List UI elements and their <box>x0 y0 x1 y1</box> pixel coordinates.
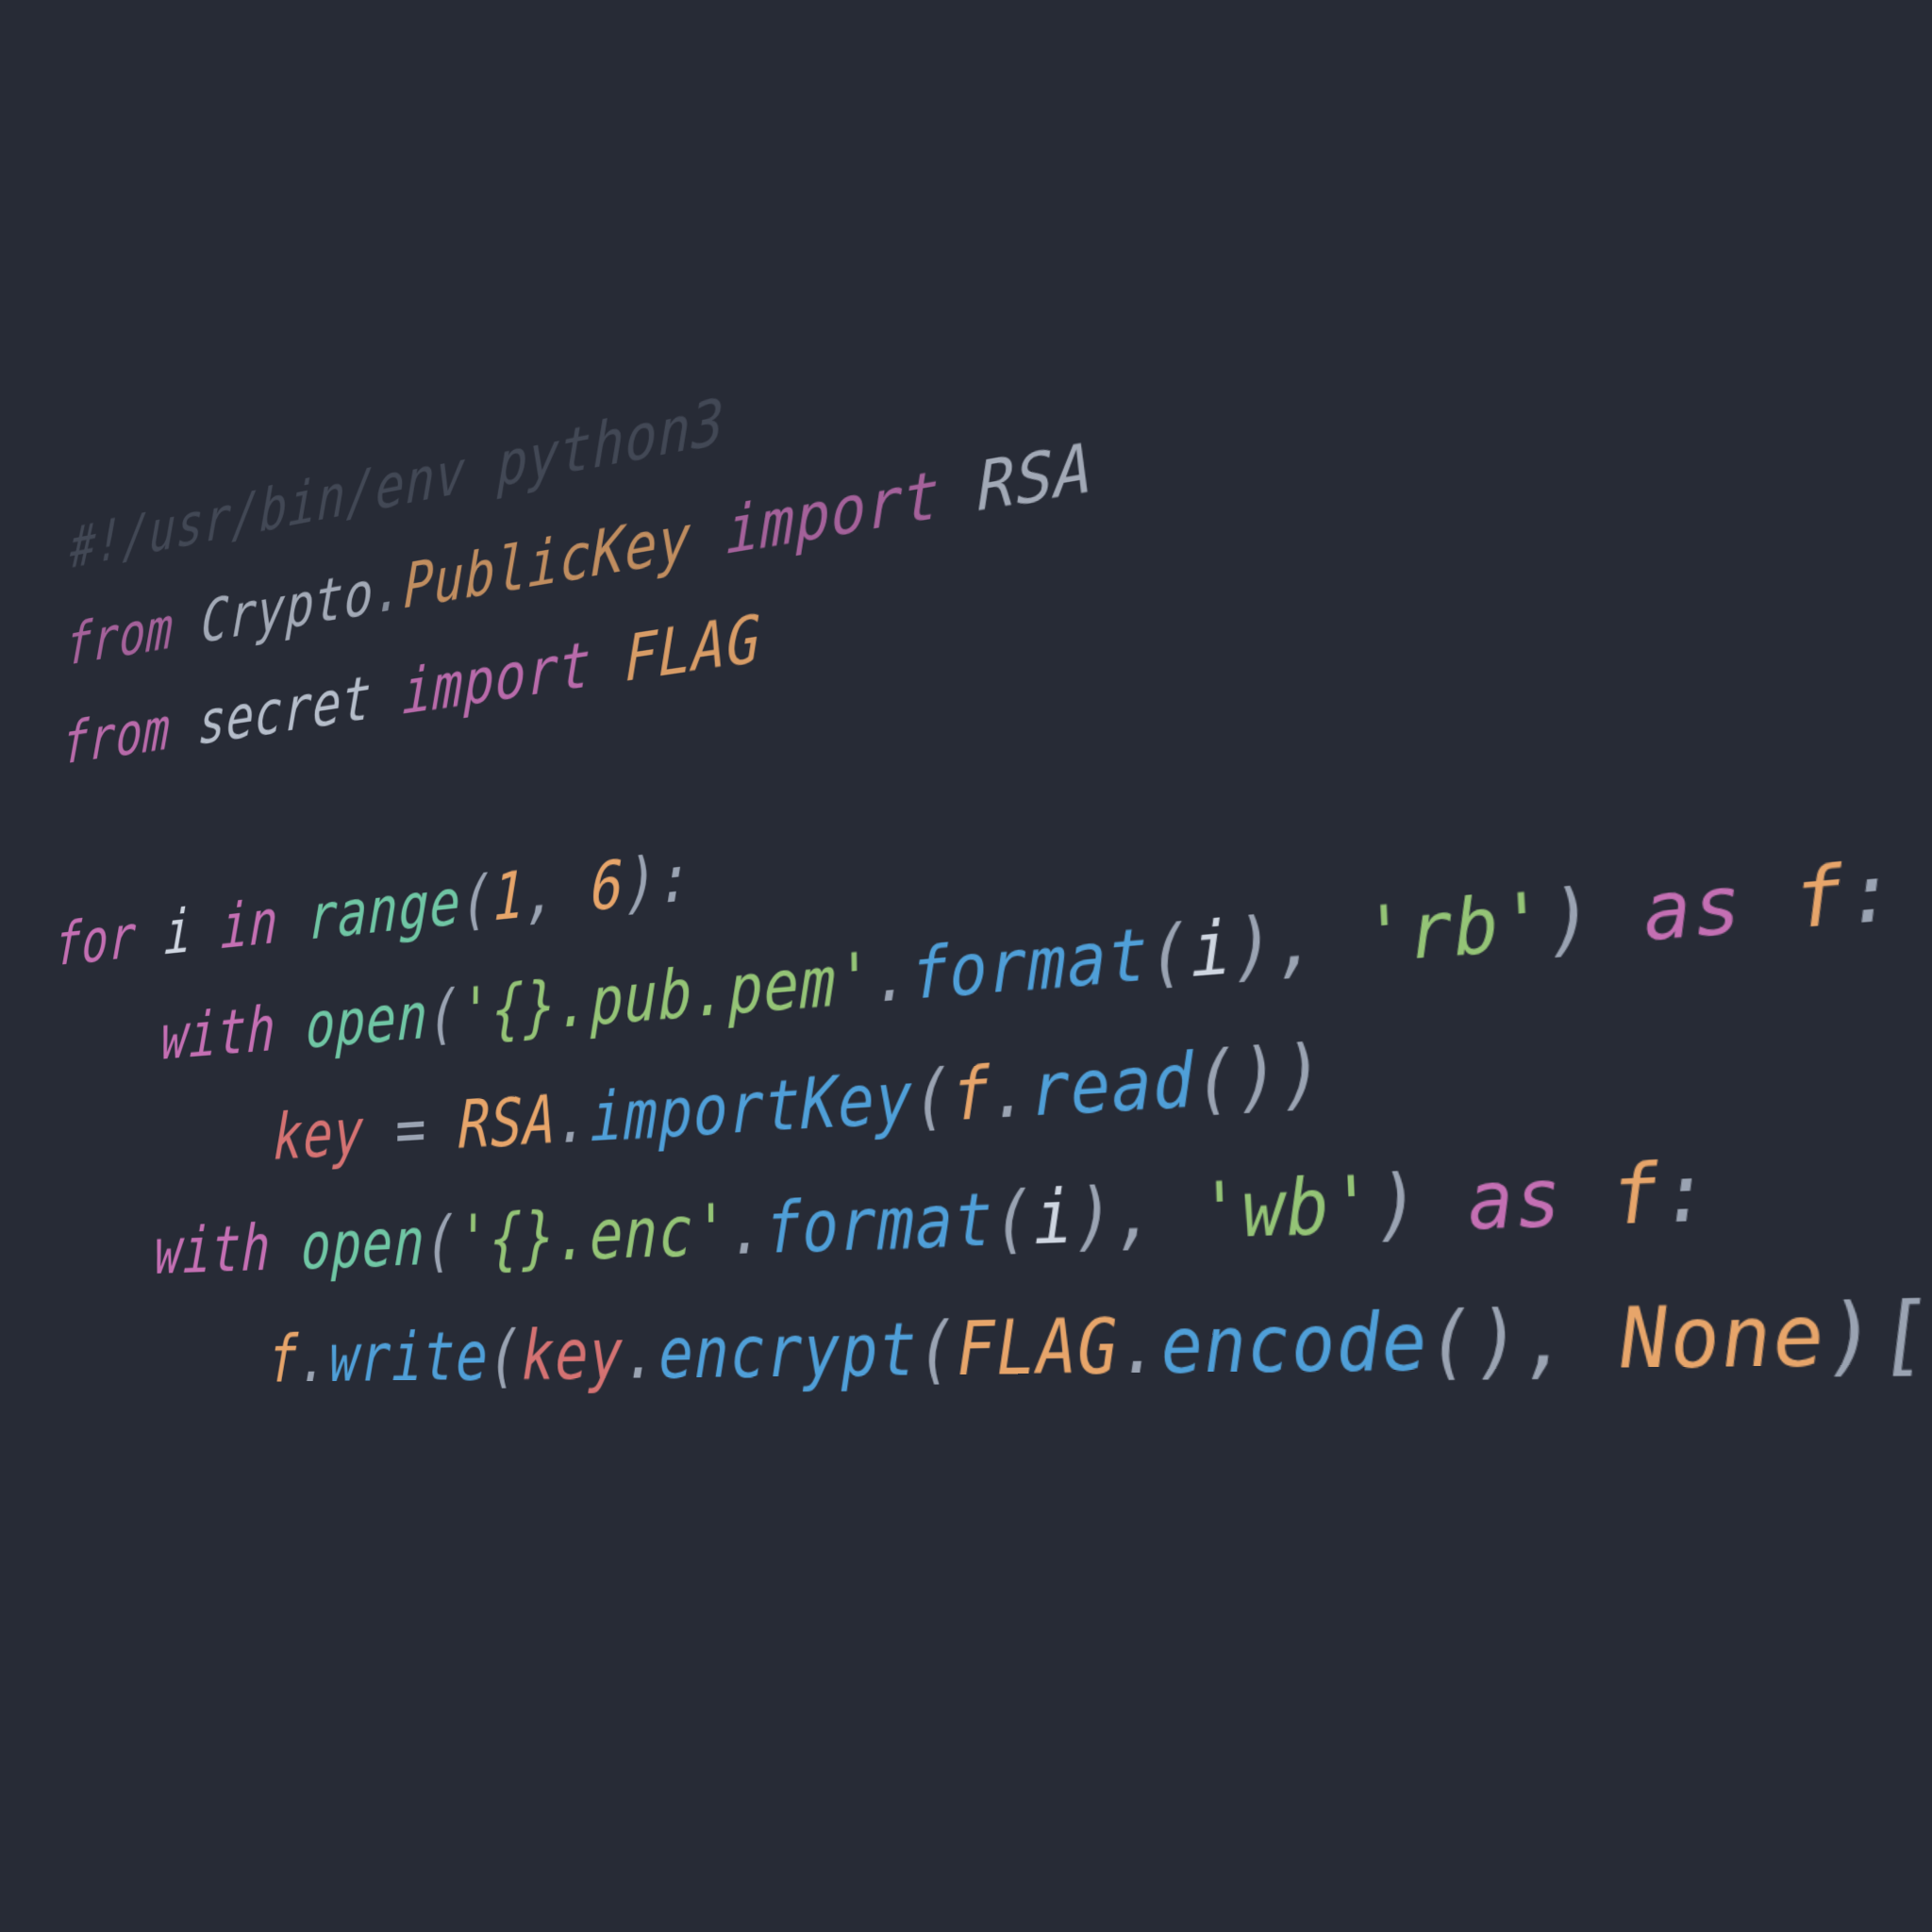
dot: . <box>1118 1303 1162 1392</box>
kw-for: for <box>54 903 138 980</box>
num-six: 6 <box>591 847 625 926</box>
parens: () <box>1425 1294 1524 1390</box>
paren-open: ( <box>912 1055 952 1140</box>
fn-encrypt: encrypt <box>658 1307 918 1394</box>
paren-close: ) <box>1822 1286 1883 1387</box>
const-none: None <box>1617 1287 1828 1388</box>
paren-close: ) <box>1279 1029 1326 1121</box>
var-f: f <box>268 1322 300 1397</box>
fn-format: format <box>910 913 1150 1016</box>
kw-import: import <box>725 457 941 570</box>
fn-importkey: importKey <box>590 1058 913 1158</box>
dot: . <box>624 1314 658 1395</box>
var-f: f <box>951 1052 991 1138</box>
var-i: i <box>163 896 193 969</box>
comma: , <box>525 855 558 933</box>
var-f: f <box>1608 1147 1664 1244</box>
builtin-range: range <box>308 866 462 955</box>
paren-open: ( <box>992 1176 1034 1263</box>
kw-with: with <box>160 993 277 1074</box>
builtin-open: open <box>300 1205 425 1285</box>
paren-close: ) <box>1231 901 1277 991</box>
paren-open: ( <box>425 1203 458 1281</box>
paren-open: ( <box>1147 909 1191 998</box>
fn-format: format <box>765 1178 994 1271</box>
paren-close: ) <box>1073 1173 1116 1261</box>
kw-from: from <box>65 594 175 679</box>
var-i: i <box>1189 906 1234 995</box>
comma: , <box>1274 897 1321 988</box>
class-publickey: PublicKey <box>404 501 692 623</box>
ident-flag: FLAG <box>625 601 761 696</box>
dot: . <box>557 1080 591 1159</box>
indent <box>39 1323 270 1399</box>
dot: . <box>990 1049 1031 1136</box>
kw-with: with <box>154 1211 273 1289</box>
paren-close: ) <box>625 843 658 924</box>
colon: : <box>1841 844 1902 944</box>
paren-close: ) <box>1374 1158 1424 1252</box>
indent <box>42 1217 156 1292</box>
str-pubpem: '{}.pub.pem' <box>459 939 874 1052</box>
paren-open: ( <box>917 1307 958 1392</box>
kw-in: in <box>220 887 279 963</box>
paren-open: ( <box>488 1317 522 1396</box>
colon: : <box>658 839 693 919</box>
paren-open: ( <box>461 862 494 940</box>
var-key: key <box>273 1095 365 1174</box>
str-enc: '{}.enc' <box>457 1191 729 1280</box>
ident-rsa: RSA <box>977 429 1095 527</box>
paren-close: ) <box>1544 872 1597 967</box>
fn-read: read <box>1029 1038 1196 1134</box>
blank-line <box>58 808 87 878</box>
dot: . <box>874 935 912 1019</box>
code-viewport: #!/usr/bin/env python3 from Crypto.Publi… <box>0 0 1932 1932</box>
bracket-open: [ <box>1874 1285 1932 1387</box>
comma: , <box>1520 1293 1574 1390</box>
indent <box>50 1004 162 1083</box>
ident-flag: FLAG <box>956 1304 1120 1393</box>
str-wb: 'wb' <box>1198 1160 1377 1257</box>
comma: , <box>1114 1171 1158 1259</box>
indent <box>46 1102 275 1187</box>
equals: = <box>364 1089 459 1170</box>
parens: () <box>1193 1032 1282 1124</box>
fn-write: write <box>328 1318 489 1397</box>
dot: . <box>729 1189 766 1272</box>
module-secret: secret <box>197 663 373 758</box>
kw-as: as <box>1641 858 1746 959</box>
ident-rsa: RSA <box>458 1082 558 1165</box>
paren-open: ( <box>428 976 461 1054</box>
colon: : <box>1657 1145 1714 1243</box>
var-key: key <box>522 1315 625 1396</box>
module-crypto: Crypto <box>200 558 375 657</box>
builtin-open: open <box>305 979 428 1063</box>
kw-import: import <box>402 628 592 729</box>
dot: . <box>374 553 405 627</box>
num-one: 1 <box>492 858 525 937</box>
fn-encode: encode <box>1159 1296 1429 1391</box>
kw-from: from <box>61 695 172 778</box>
dot: . <box>298 1322 330 1398</box>
code-block: #!/usr/bin/env python3 from Crypto.Publi… <box>34 0 1932 1597</box>
kw-as: as <box>1465 1152 1565 1249</box>
var-f: f <box>1790 849 1849 948</box>
str-rb: 'rb' <box>1361 876 1550 981</box>
var-i: i <box>1032 1174 1074 1262</box>
